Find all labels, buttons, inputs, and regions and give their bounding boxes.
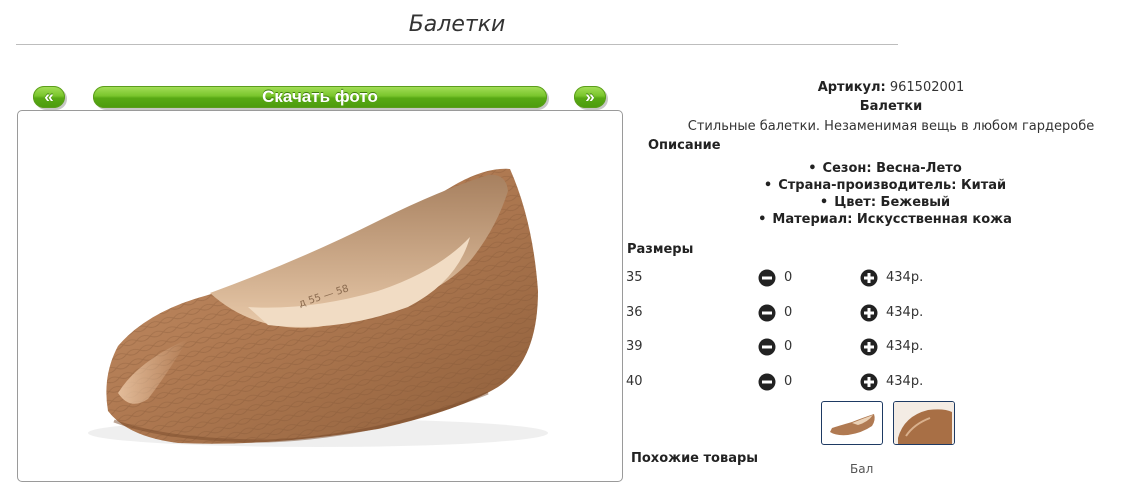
size-row: 40 0 434р. bbox=[626, 372, 966, 392]
size-quantity: 0 bbox=[784, 305, 793, 320]
size-value: 35 bbox=[626, 270, 643, 285]
download-photo-button[interactable]: Скачать фото bbox=[93, 86, 547, 108]
similar-products-heading: Похожие товары bbox=[631, 451, 759, 466]
plus-circle-icon[interactable] bbox=[860, 304, 878, 322]
page-title: Балетки bbox=[408, 12, 506, 37]
size-price: 434р. bbox=[886, 374, 924, 389]
size-price: 434р. bbox=[886, 339, 924, 354]
size-quantity: 0 bbox=[784, 339, 793, 354]
size-row: 36 0 434р. bbox=[626, 303, 966, 323]
shoe-closeup-thumbnail bbox=[894, 402, 954, 444]
description-heading: Описание bbox=[648, 138, 721, 153]
next-photo-button[interactable]: » bbox=[574, 86, 606, 108]
size-price: 434р. bbox=[886, 270, 924, 285]
size-value: 36 bbox=[626, 305, 643, 320]
article-value: 961502001 bbox=[889, 80, 965, 95]
product-short-description: Стильные балетки. Незаменимая вещь в люб… bbox=[687, 119, 1095, 134]
similar-product-label[interactable]: Бал bbox=[850, 462, 873, 476]
sizes-heading: Размеры bbox=[627, 242, 694, 257]
minus-circle-icon[interactable] bbox=[758, 338, 776, 356]
size-row: 35 0 434р. bbox=[626, 268, 966, 288]
plus-circle-icon[interactable] bbox=[860, 338, 878, 356]
size-price: 434р. bbox=[886, 305, 924, 320]
product-name: Балетки bbox=[859, 99, 923, 114]
article-label: Артикул: bbox=[817, 80, 886, 95]
thumbnail-closeup[interactable] bbox=[893, 401, 955, 445]
property-item: Цвет: Бежевый bbox=[626, 194, 1129, 211]
size-quantity: 0 bbox=[784, 270, 793, 285]
size-value: 40 bbox=[626, 374, 643, 389]
product-photo[interactable]: д 55 — 58 bbox=[17, 110, 623, 482]
article-line: Артикул: 961502001 bbox=[626, 80, 1129, 95]
minus-circle-icon[interactable] bbox=[758, 373, 776, 391]
thumbnail-side-view[interactable] bbox=[821, 401, 883, 445]
properties-list: Сезон: Весна-Лето Страна-производитель: … bbox=[626, 160, 1129, 228]
shoe-side-thumbnail bbox=[830, 414, 875, 436]
minus-circle-icon[interactable] bbox=[758, 304, 776, 322]
title-divider bbox=[16, 44, 898, 45]
property-item: Материал: Искусственная кожа bbox=[626, 211, 1129, 228]
size-value: 39 bbox=[626, 339, 643, 354]
size-row: 39 0 434р. bbox=[626, 337, 966, 357]
plus-circle-icon[interactable] bbox=[860, 269, 878, 287]
property-item: Страна-производитель: Китай bbox=[626, 177, 1129, 194]
property-item: Сезон: Весна-Лето bbox=[626, 160, 1129, 177]
plus-circle-icon[interactable] bbox=[860, 373, 878, 391]
size-quantity: 0 bbox=[784, 374, 793, 389]
ballet-flat-image: д 55 — 58 bbox=[88, 168, 548, 447]
prev-photo-button[interactable]: « bbox=[33, 86, 65, 108]
minus-circle-icon[interactable] bbox=[758, 269, 776, 287]
